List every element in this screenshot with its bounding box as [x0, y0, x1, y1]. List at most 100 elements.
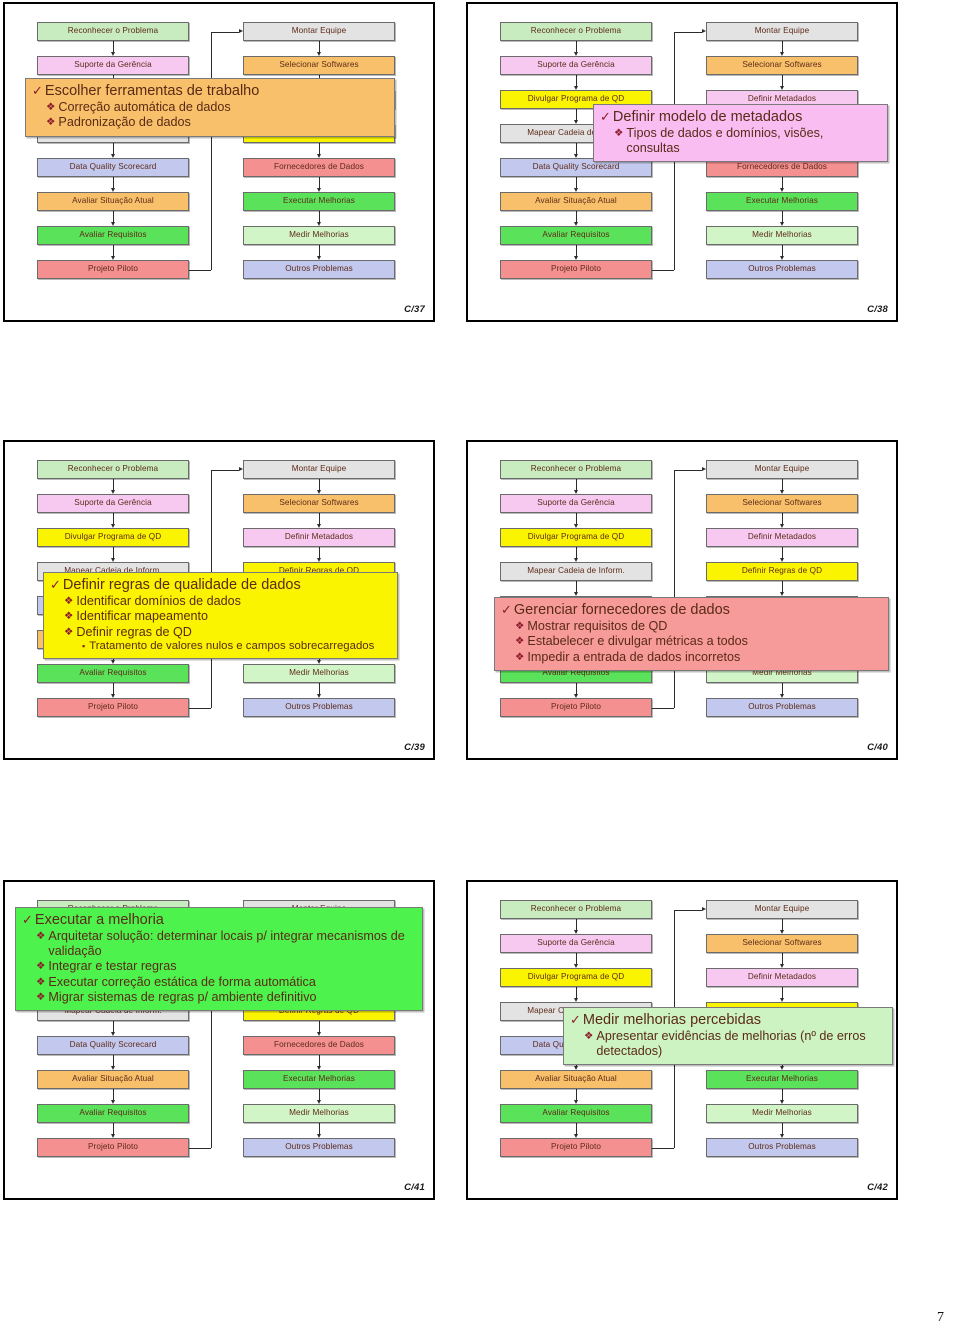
document-page: Reconhecer o Problema Suporte da Gerência… — [0, 0, 960, 1336]
diamond-bullet-icon: ❖ — [46, 101, 56, 114]
flow-box-left-3[interactable]: Mapear Cadeia de Inform. — [500, 562, 652, 581]
callout-overlay: ✓ Definir regras de qualidade de dados ❖ Id… — [43, 572, 398, 660]
feedback-connector-top — [674, 469, 702, 471]
flow-box-right-0[interactable]: Montar Equipe — [706, 460, 858, 479]
flow-box-right-4[interactable]: Fornecedores de Dados — [243, 158, 395, 177]
check-icon: ✓ — [501, 602, 512, 617]
flow-box-right-5[interactable]: Executar Melhorias — [706, 1070, 858, 1089]
diamond-bullet-icon: ❖ — [515, 650, 525, 663]
flow-box-right-1[interactable]: Selecionar Softwares — [243, 494, 395, 513]
flow-box-left-6[interactable]: Avaliar Requisitos — [37, 1104, 189, 1123]
flow-box-left-7[interactable]: Projeto Piloto — [500, 1138, 652, 1157]
flow-box-left-1[interactable]: Suporte da Gerência — [500, 934, 652, 953]
flow-box-left-1[interactable]: Suporte da Gerência — [37, 494, 189, 513]
flow-box-right-0[interactable]: Montar Equipe — [706, 22, 858, 41]
flow-box-right-6[interactable]: Medir Melhorias — [243, 1104, 395, 1123]
flow-box-left-2[interactable]: Divulgar Programa de QD — [37, 528, 189, 547]
callout-title-row: ✓ Definir regras de qualidade de dados — [50, 577, 390, 594]
check-icon: ✓ — [22, 912, 33, 927]
flow-box-left-5[interactable]: Avaliar Situação Atual — [500, 1070, 652, 1089]
flow-box-right-1[interactable]: Selecionar Softwares — [243, 56, 395, 75]
feedback-connector-top — [674, 909, 702, 911]
flow-box-right-7[interactable]: Outros Problemas — [706, 698, 858, 717]
flow-box-left-7[interactable]: Projeto Piloto — [37, 698, 189, 717]
callout-title-row: ✓ Medir melhorias percebidas — [570, 1012, 885, 1029]
flow-box-right-0[interactable]: Montar Equipe — [243, 22, 395, 41]
flow-box-right-7[interactable]: Outros Problemas — [706, 1138, 858, 1157]
flow-box-left-5[interactable]: Avaliar Situação Atual — [37, 1070, 189, 1089]
flow-box-right-6[interactable]: Medir Melhorias — [706, 226, 858, 245]
callout-overlay: ✓ Escolher ferramentas de trabalho ❖ Correç… — [25, 78, 395, 137]
flow-box-right-5[interactable]: Executar Melhorias — [243, 192, 395, 211]
flow-box-right-6[interactable]: Medir Melhorias — [243, 226, 395, 245]
flow-box-right-6[interactable]: Medir Melhorias — [706, 1104, 858, 1123]
diamond-bullet-icon: ❖ — [584, 1030, 594, 1043]
flow-box-left-0[interactable]: Reconhecer o Problema — [500, 900, 652, 919]
callout-bullet-0: ❖ Mostrar requisitos de QD — [515, 619, 881, 634]
callout-bullet-0: ❖ Arquitetar solução: determinar locais p… — [36, 929, 415, 959]
callout-title: Escolher ferramentas de trabalho — [44, 83, 260, 99]
flow-box-right-2[interactable]: Definir Metadados — [706, 528, 858, 547]
flow-box-right-1[interactable]: Selecionar Softwares — [706, 494, 858, 513]
flow-box-right-2[interactable]: Definir Metadados — [243, 528, 395, 547]
diamond-bullet-icon: ❖ — [36, 975, 46, 988]
flow-box-left-6[interactable]: Avaliar Requisitos — [37, 226, 189, 245]
feedback-connector-top — [211, 469, 239, 471]
flow-box-left-4[interactable]: Data Quality Scorecard — [37, 1036, 189, 1055]
flow-box-left-1[interactable]: Suporte da Gerência — [37, 56, 189, 75]
flow-box-left-2[interactable]: Divulgar Programa de QD — [500, 968, 652, 987]
flow-box-right-5[interactable]: Executar Melhorias — [243, 1070, 395, 1089]
callout-bullet-text: Apresentar evidências de melhorias (nº d… — [596, 1029, 866, 1059]
flow-box-left-0[interactable]: Reconhecer o Problema — [500, 460, 652, 479]
flow-box-right-5[interactable]: Executar Melhorias — [706, 192, 858, 211]
flow-box-right-6[interactable]: Medir Melhorias — [243, 664, 395, 683]
slide-canvas: Reconhecer o Problema Suporte da Gerência… — [468, 442, 896, 758]
slide-canvas: Reconhecer o Problema Suporte da Gerência… — [468, 4, 896, 320]
flow-box-left-6[interactable]: Avaliar Requisitos — [500, 226, 652, 245]
check-icon: ✓ — [32, 83, 43, 98]
flow-box-left-0[interactable]: Reconhecer o Problema — [500, 22, 652, 41]
flow-box-right-1[interactable]: Selecionar Softwares — [706, 56, 858, 75]
slide-canvas: Reconhecer o ProblemaSuporte da Gerência… — [5, 882, 433, 1198]
flow-box-left-4[interactable]: Data Quality Scorecard — [37, 158, 189, 177]
feedback-connector-bottom — [652, 707, 674, 709]
flow-box-left-7[interactable]: Projeto Piloto — [37, 1138, 189, 1157]
diamond-bullet-icon: ❖ — [64, 625, 74, 638]
flow-box-left-7[interactable]: Projeto Piloto — [500, 260, 652, 279]
flow-box-left-5[interactable]: Avaliar Situação Atual — [500, 192, 652, 211]
flow-box-left-1[interactable]: Suporte da Gerência — [500, 56, 652, 75]
flow-box-right-0[interactable]: Montar Equipe — [706, 900, 858, 919]
flow-box-right-7[interactable]: Outros Problemas — [706, 260, 858, 279]
slide-number: C/42 — [867, 1182, 888, 1193]
flow-box-left-7[interactable]: Projeto Piloto — [500, 698, 652, 717]
flow-box-right-7[interactable]: Outros Problemas — [243, 698, 395, 717]
flow-box-right-3[interactable]: Definir Regras de QD — [706, 562, 858, 581]
flow-box-left-7[interactable]: Projeto Piloto — [37, 260, 189, 279]
callout-bullet-0: ❖ Apresentar evidências de melhorias (nº … — [584, 1029, 885, 1059]
callout-title-row: ✓ Executar a melhoria — [22, 912, 415, 929]
flow-box-right-1[interactable]: Selecionar Softwares — [706, 934, 858, 953]
callout-bullet-text: Executar correção estática de forma auto… — [48, 974, 316, 989]
callout-title: Definir regras de qualidade de dados — [62, 577, 301, 593]
callout-title: Executar a melhoria — [34, 912, 164, 928]
flow-box-right-0[interactable]: Montar Equipe — [243, 460, 395, 479]
flow-box-left-6[interactable]: Avaliar Requisitos — [37, 664, 189, 683]
flow-box-right-7[interactable]: Outros Problemas — [243, 1138, 395, 1157]
callout-bullet-0: ❖ Tipos de dados e domínios, visões, cons… — [614, 126, 880, 156]
flow-box-left-1[interactable]: Suporte da Gerência — [500, 494, 652, 513]
feedback-connector-vertical — [211, 31, 212, 270]
flow-box-left-0[interactable]: Reconhecer o Problema — [37, 460, 189, 479]
callout-title-row: ✓ Escolher ferramentas de trabalho — [32, 83, 387, 100]
flow-box-left-6[interactable]: Avaliar Requisitos — [500, 1104, 652, 1123]
flow-box-right-4[interactable]: Fornecedores de Dados — [243, 1036, 395, 1055]
check-icon: ✓ — [570, 1012, 581, 1027]
flow-box-right-2[interactable]: Definir Metadados — [706, 968, 858, 987]
flow-box-right-7[interactable]: Outros Problemas — [243, 260, 395, 279]
flow-box-left-0[interactable]: Reconhecer o Problema — [37, 22, 189, 41]
callout-bullet-1: ❖ Estabelecer e divulgar métricas a todos — [515, 634, 881, 649]
flow-box-left-5[interactable]: Avaliar Situação Atual — [37, 192, 189, 211]
callout-bullet-1: ❖ Identificar mapeamento — [64, 609, 390, 624]
flow-box-left-2[interactable]: Divulgar Programa de QD — [500, 528, 652, 547]
callout-title: Gerenciar fornecedores de dados — [513, 602, 730, 618]
slide-number: C/41 — [404, 1182, 425, 1193]
